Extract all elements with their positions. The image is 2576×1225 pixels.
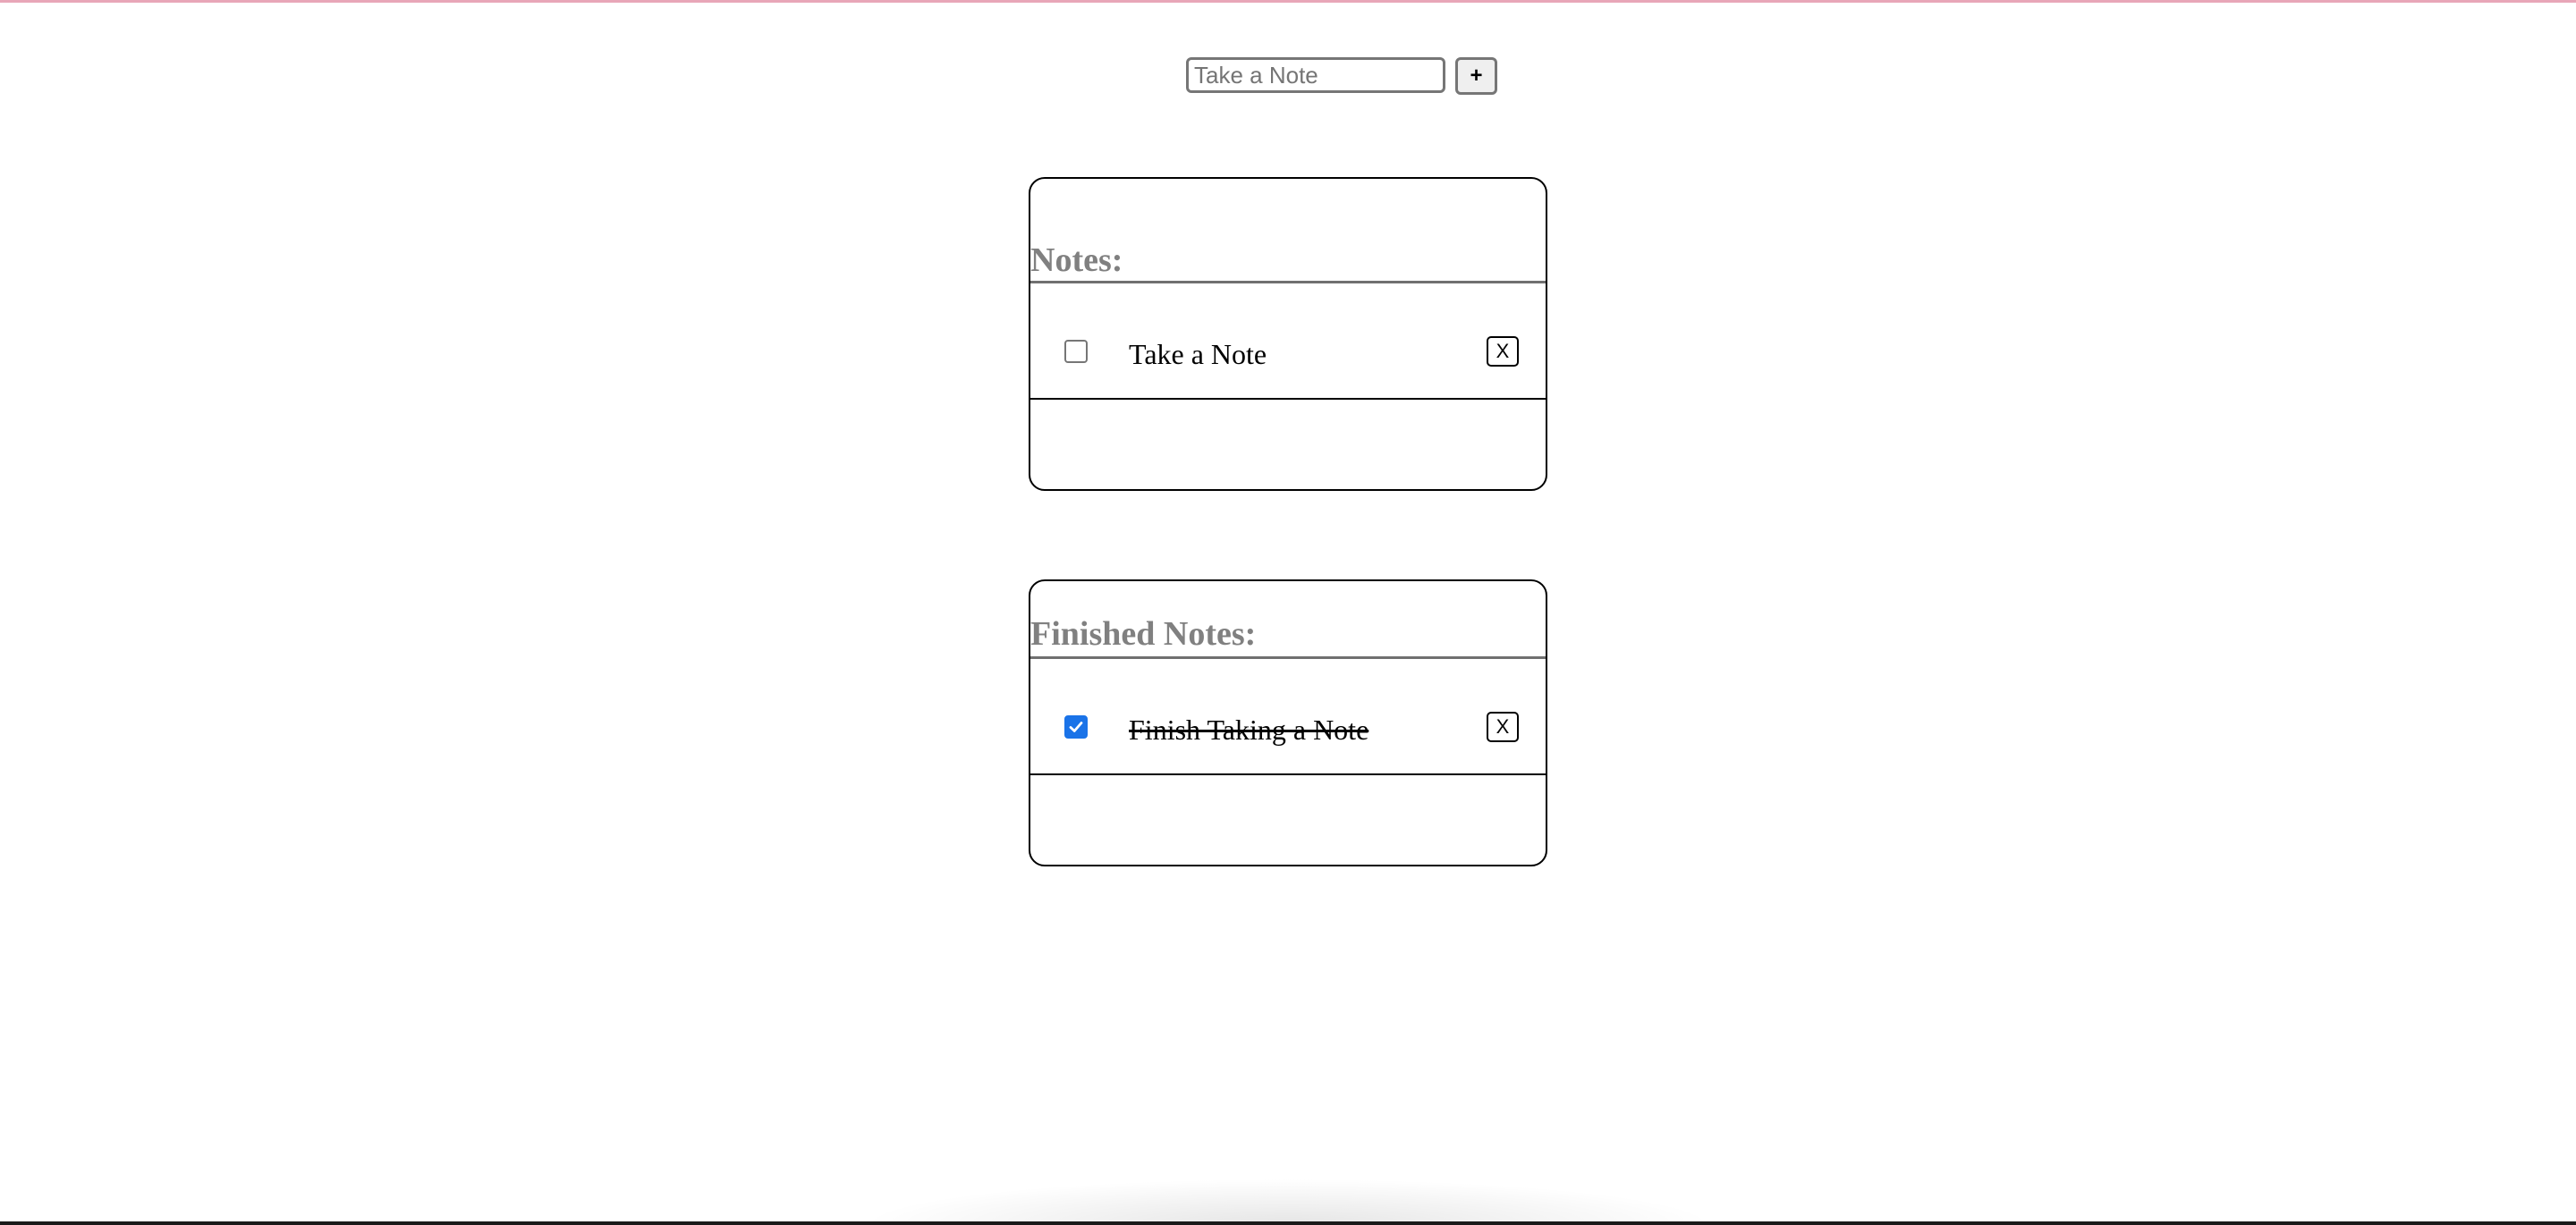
bottom-shadow bbox=[859, 1179, 1717, 1225]
finished-note-row-divider bbox=[1030, 773, 1546, 775]
note-row-divider bbox=[1030, 398, 1546, 400]
delete-finished-note-button[interactable]: X bbox=[1487, 712, 1519, 742]
window-top-border bbox=[0, 0, 2576, 3]
note-input[interactable] bbox=[1186, 57, 1445, 93]
finished-note-checkbox[interactable] bbox=[1064, 715, 1088, 739]
note-row: Take a Note X bbox=[1030, 327, 1546, 381]
finished-notes-card: Finished Notes: Finish Taking a Note X bbox=[1029, 579, 1547, 866]
finished-notes-title: Finished Notes: bbox=[1030, 615, 1257, 653]
note-checkbox[interactable] bbox=[1064, 340, 1088, 363]
add-note-button[interactable]: + bbox=[1455, 57, 1497, 95]
finished-notes-title-divider bbox=[1030, 656, 1546, 659]
window-bottom-edge bbox=[0, 1221, 2576, 1225]
notes-title-divider bbox=[1030, 281, 1546, 283]
notes-card: Notes: Take a Note X bbox=[1029, 177, 1547, 491]
finished-note-row: Finish Taking a Note X bbox=[1030, 703, 1546, 756]
delete-note-button[interactable]: X bbox=[1487, 336, 1519, 367]
notes-title: Notes: bbox=[1030, 241, 1123, 279]
note-text: Take a Note bbox=[1129, 338, 1267, 370]
checkmark-icon bbox=[1069, 722, 1083, 732]
finished-note-text: Finish Taking a Note bbox=[1129, 714, 1369, 746]
